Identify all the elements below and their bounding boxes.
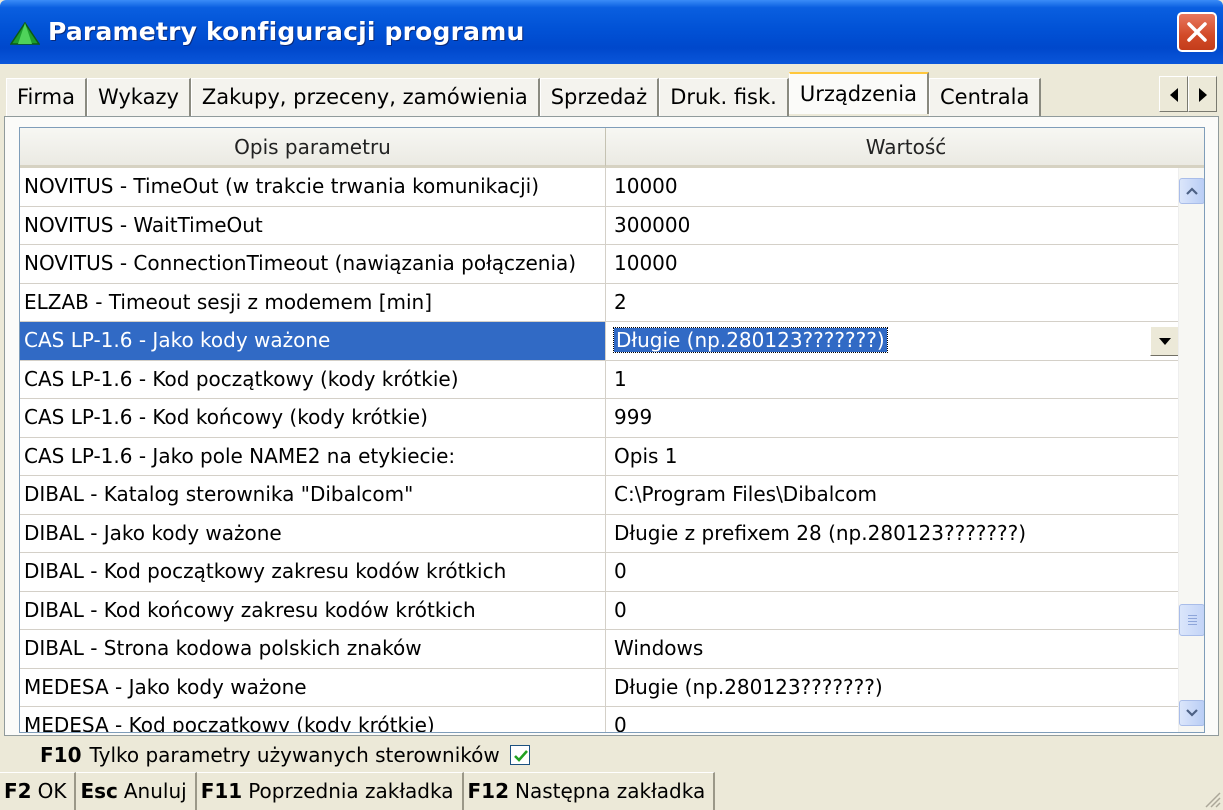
parameter-description[interactable]: DIBAL - Jako kody ważone [20, 514, 606, 552]
parameter-value[interactable]: 10000 [606, 168, 1180, 206]
parameter-description[interactable]: ELZAB - Timeout sesji z modemem [min] [20, 283, 606, 321]
chevron-up-icon [1186, 187, 1198, 195]
used-drivers-option: F10 Tylko parametry używanych sterownikó… [40, 740, 530, 770]
tabs: Firma Wykazy Zakupy, przeceny, zamówienia S… [6, 72, 1042, 116]
app-icon [10, 22, 40, 45]
tab-strip: Firma Wykazy Zakupy, przeceny, zamówienia S… [0, 64, 1223, 116]
arrow-left-icon [1170, 88, 1178, 102]
table-row[interactable]: DIBAL - Kod końcowy zakresu kodów krótki… [20, 591, 1180, 630]
scroll-thumb[interactable] [1179, 604, 1204, 636]
tab-5[interactable]: Urządzenia [788, 72, 930, 114]
parameter-description[interactable]: NOVITUS - TimeOut (w trakcie trwania kom… [20, 168, 606, 206]
tab-scroll-left-button[interactable] [1159, 76, 1188, 112]
fkey-label: Poprzednia zakładka [248, 779, 454, 803]
tab-scroll-right-button[interactable] [1188, 76, 1217, 112]
parameter-value[interactable]: 10000 [606, 245, 1180, 283]
fkey-hotkey: F11 [200, 779, 243, 803]
fkey-f2-button[interactable]: F2 OK [0, 772, 77, 810]
fkey-hotkey: F12 [467, 779, 510, 803]
scroll-down-button[interactable] [1179, 700, 1204, 726]
fkey-label: Anuluj [123, 779, 187, 803]
table-row[interactable]: CAS LP-1.6 - Kod początkowy (kody krótki… [20, 360, 1180, 399]
title-bar[interactable]: Parametry konfiguracji programu [0, 0, 1223, 64]
table-row[interactable]: DIBAL - Katalog sterownika "Dibalcom" C:\… [20, 476, 1180, 515]
option-label[interactable]: Tylko parametry używanych sterowników [90, 743, 500, 767]
table-row[interactable]: DIBAL - Kod początkowy zakresu kodów kró… [20, 553, 1180, 592]
table-row[interactable]: DIBAL - Strona kodowa polskich znaków Win… [20, 630, 1180, 669]
parameter-description[interactable]: NOVITUS - WaitTimeOut [20, 206, 606, 244]
parameter-value[interactable]: C:\Program Files\Dibalcom [606, 476, 1180, 514]
tab-2[interactable]: Zakupy, przeceny, zamówienia [190, 78, 540, 116]
tab-3[interactable]: Sprzedaż [539, 78, 660, 116]
parameter-description[interactable]: MEDESA - Kod początkowy (kody krótkie) [20, 707, 606, 732]
fkey-hotkey: Esc [80, 779, 118, 803]
parameter-value[interactable]: 1 [606, 361, 1180, 399]
parameter-value[interactable]: 2 [606, 284, 1180, 322]
parameter-description[interactable]: CAS LP-1.6 - Jako kody ważone [20, 322, 606, 360]
window-title: Parametry konfiguracji programu [48, 17, 525, 46]
parameter-value[interactable]: Długie (np.280123???????) [606, 322, 1180, 360]
parameter-description[interactable]: CAS LP-1.6 - Kod początkowy (kody krótki… [20, 360, 606, 398]
dropdown-arrow-icon [1159, 338, 1171, 345]
grid-header: Opis parametru Wartość [20, 128, 1204, 168]
table-row[interactable]: DIBAL - Jako kody ważone Długie z prefixe… [20, 514, 1180, 553]
value-dropdown-button[interactable] [1150, 326, 1180, 356]
option-hotkey: F10 [40, 743, 82, 767]
parameter-description[interactable]: CAS LP-1.6 - Kod końcowy (kody krótkie) [20, 399, 606, 437]
table-row[interactable]: NOVITUS - ConnectionTimeout (nawiązania … [20, 245, 1180, 284]
tab-4[interactable]: Druk. fisk. [659, 78, 789, 116]
parameter-value[interactable]: 0 [606, 707, 1180, 732]
parameter-value[interactable]: 999 [606, 399, 1180, 437]
tab-6[interactable]: Centrala [929, 78, 1042, 116]
column-header-value[interactable]: Wartość [606, 128, 1204, 168]
scroll-up-button[interactable] [1179, 178, 1204, 204]
parameter-value[interactable]: 300000 [606, 207, 1180, 245]
close-button[interactable] [1177, 12, 1217, 52]
parameter-value[interactable]: Długie (np.280123???????) [606, 669, 1180, 707]
tab-panel: Opis parametru Wartość NOVITUS - TimeOut… [4, 116, 1219, 736]
checkmark-icon [513, 750, 528, 762]
parameter-description[interactable]: DIBAL - Kod początkowy zakresu kodów kró… [20, 553, 606, 591]
table-row[interactable]: NOVITUS - WaitTimeOut 300000 [20, 206, 1180, 245]
parameter-value[interactable]: Długie z prefixem 28 (np.280123???????) [606, 515, 1180, 553]
parameter-grid[interactable]: Opis parametru Wartość NOVITUS - TimeOut… [19, 127, 1205, 733]
tab-scroll [1159, 76, 1217, 112]
fkey-label: OK [37, 779, 67, 803]
close-icon [1187, 22, 1207, 42]
parameter-description[interactable]: DIBAL - Strona kodowa polskich znaków [20, 630, 606, 668]
parameter-description[interactable]: MEDESA - Jako kody ważone [20, 668, 606, 706]
table-row[interactable]: MEDESA - Jako kody ważone Długie (np.2801… [20, 668, 1180, 707]
fkey-f11-button[interactable]: F11 Poprzednia zakładka [196, 772, 464, 810]
tab-0[interactable]: Firma [6, 78, 87, 116]
fkey-esc-button[interactable]: Esc Anuluj [76, 772, 197, 810]
grid-rows: NOVITUS - TimeOut (w trakcie trwania kom… [20, 168, 1180, 732]
table-row[interactable]: CAS LP-1.6 - Kod końcowy (kody krótkie) 9… [20, 399, 1180, 438]
chevron-down-icon [1186, 709, 1198, 717]
parameter-description[interactable]: DIBAL - Katalog sterownika "Dibalcom" [20, 476, 606, 514]
table-row[interactable]: NOVITUS - TimeOut (w trakcie trwania kom… [20, 168, 1180, 207]
fkey-label: Następna zakładka [515, 779, 706, 803]
parameter-description[interactable]: CAS LP-1.6 - Jako pole NAME2 na etykieci… [20, 437, 606, 475]
parameter-value[interactable]: Windows [606, 630, 1180, 668]
tab-1[interactable]: Wykazy [86, 78, 191, 116]
resize-grip-icon[interactable] [1203, 790, 1221, 808]
selected-value-editor[interactable]: Długie (np.280123???????) [613, 327, 888, 353]
used-drivers-checkbox[interactable] [509, 745, 530, 765]
table-row[interactable]: CAS LP-1.6 - Jako kody ważone Długie (np.… [20, 322, 1180, 361]
function-key-bar: F2 OK Esc Anuluj F11 Poprzednia zakładka F12 Na… [0, 772, 1223, 810]
parameter-description[interactable]: DIBAL - Kod końcowy zakresu kodów krótki… [20, 591, 606, 629]
column-header-description[interactable]: Opis parametru [20, 128, 606, 168]
table-row[interactable]: ELZAB - Timeout sesji z modemem [min] 2 [20, 283, 1180, 322]
fkey-hotkey: F2 [4, 779, 32, 803]
parameter-description[interactable]: NOVITUS - ConnectionTimeout (nawiązania … [20, 245, 606, 283]
arrow-right-icon [1199, 88, 1207, 102]
parameter-value[interactable]: Opis 1 [606, 438, 1180, 476]
parameter-value[interactable]: 0 [606, 592, 1180, 630]
table-row[interactable]: MEDESA - Kod początkowy (kody krótkie) 0 [20, 707, 1180, 732]
fkey-f12-button[interactable]: F12 Następna zakładka [463, 772, 716, 810]
table-row[interactable]: CAS LP-1.6 - Jako pole NAME2 na etykieci… [20, 437, 1180, 476]
parameter-value[interactable]: 0 [606, 553, 1180, 591]
vertical-scrollbar[interactable] [1178, 168, 1204, 732]
